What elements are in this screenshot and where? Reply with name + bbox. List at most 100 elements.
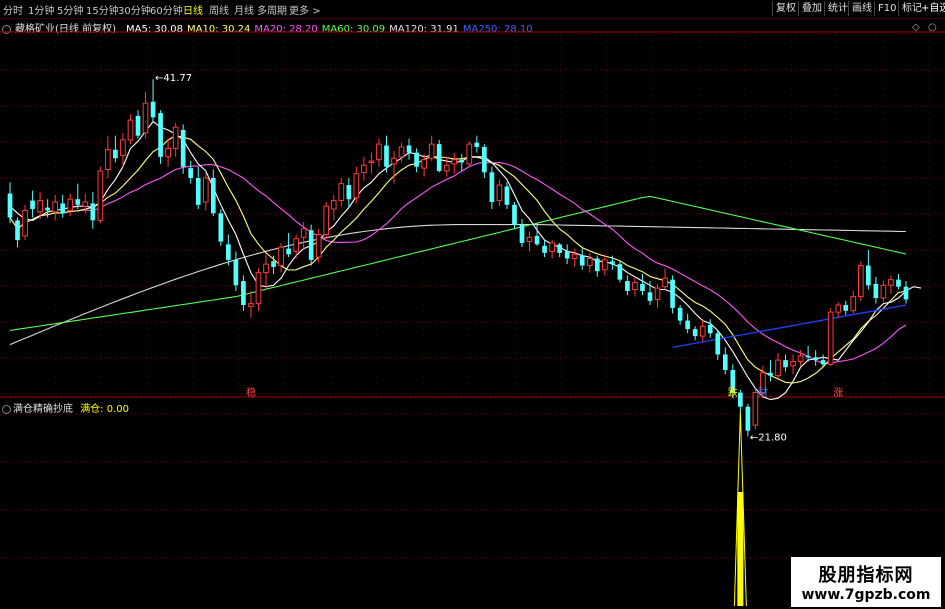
candle-body-up bbox=[52, 201, 59, 213]
signal-marker: 稳 bbox=[246, 386, 256, 399]
candle-body-down bbox=[15, 220, 20, 241]
candle-body-down bbox=[346, 185, 352, 200]
watermark-url: www.7gpzb.com bbox=[801, 587, 931, 603]
candle-body-up bbox=[368, 160, 375, 163]
candle-body-up bbox=[398, 146, 405, 158]
candle-body-up bbox=[421, 159, 427, 169]
candle-body-down bbox=[745, 406, 751, 431]
candle-body-up bbox=[37, 200, 43, 213]
candle-body-down bbox=[896, 279, 901, 287]
price-chart[interactable]: ←41.77 ←21.80 稳 跌 财 涨 bbox=[0, 0, 945, 609]
candle-body-up bbox=[255, 272, 262, 305]
candle-body-up bbox=[202, 177, 209, 203]
candle-body-up bbox=[888, 279, 894, 286]
ma10-line bbox=[9, 135, 907, 384]
candle-body-down bbox=[75, 199, 81, 205]
candle-body-up bbox=[880, 284, 887, 299]
candle-body-down bbox=[610, 261, 615, 265]
candle-body-up bbox=[662, 277, 668, 288]
candle-body-down bbox=[241, 281, 246, 306]
candle-body-down bbox=[768, 372, 773, 376]
candle-body-down bbox=[843, 305, 849, 311]
candle-body-up bbox=[338, 183, 345, 202]
candle-body-down bbox=[60, 203, 66, 214]
candle-body-down bbox=[866, 265, 871, 286]
watermark-title: 股朋指标网 bbox=[818, 565, 914, 586]
ma250-line bbox=[672, 304, 907, 349]
candle-body-down bbox=[188, 168, 194, 178]
candle-body-up bbox=[466, 143, 473, 165]
candle-body-up bbox=[248, 303, 254, 307]
indicator-bar bbox=[737, 492, 744, 606]
indicator-settings-icon[interactable] bbox=[2, 404, 11, 414]
candle-body-up bbox=[323, 205, 330, 235]
candle-body-up bbox=[850, 296, 857, 312]
signal-marker: 财 bbox=[758, 386, 768, 399]
candle-body-up bbox=[120, 139, 126, 156]
candle-body-up bbox=[790, 361, 796, 367]
candle-body-up bbox=[451, 159, 458, 165]
candle-body-down bbox=[414, 152, 419, 167]
candle-body-up bbox=[376, 143, 382, 161]
candle-body-up bbox=[496, 184, 503, 202]
candle-body-down bbox=[195, 178, 201, 205]
candle-body-down bbox=[557, 244, 562, 253]
candle-body-down bbox=[677, 307, 683, 321]
candle-body-up bbox=[22, 209, 28, 237]
indicator-value: 满仓: 0.00 bbox=[80, 404, 130, 415]
watermark-logo: 股朋指标网 www.7gpzb.com bbox=[791, 557, 941, 607]
candle-body-down bbox=[617, 264, 623, 280]
candle-body-down bbox=[90, 203, 96, 221]
candle-body-up bbox=[632, 281, 638, 291]
candle-body-up bbox=[142, 102, 149, 134]
candle-body-up bbox=[127, 119, 134, 141]
candle-body-down bbox=[482, 146, 487, 173]
candle-body-down bbox=[406, 145, 412, 153]
candle-body-down bbox=[542, 245, 547, 253]
candle-body-down bbox=[873, 283, 879, 298]
candle-body-down bbox=[564, 251, 570, 259]
candle-body-up bbox=[526, 236, 533, 243]
signal-marker: 涨 bbox=[833, 387, 843, 399]
candle-body-down bbox=[670, 279, 675, 308]
candle-body-down bbox=[722, 354, 728, 370]
indicator-name: 满仓精确抄底 bbox=[13, 404, 73, 415]
candle-body-down bbox=[180, 130, 186, 167]
candle-body-down bbox=[715, 333, 721, 355]
candle-body-down bbox=[820, 360, 826, 365]
candle-body-down bbox=[534, 235, 540, 245]
candle-body-up bbox=[654, 287, 661, 300]
candle-body-down bbox=[233, 259, 239, 286]
candle-body-up bbox=[699, 325, 706, 337]
candle-body-down bbox=[150, 101, 156, 118]
candle-body-up bbox=[797, 355, 804, 363]
candle-body-down bbox=[218, 213, 224, 242]
candle-body-down bbox=[640, 283, 645, 291]
candle-body-up bbox=[428, 143, 435, 159]
candle-body-up bbox=[263, 263, 269, 274]
candle-body-up bbox=[105, 149, 111, 171]
candle-body-down bbox=[384, 145, 389, 167]
candle-body-up bbox=[300, 228, 307, 238]
signal-marker: 跌 bbox=[728, 386, 738, 399]
candle-body-down bbox=[903, 286, 909, 300]
candle-body-down bbox=[738, 392, 743, 407]
candle-body-down bbox=[707, 324, 713, 334]
candle-body-up bbox=[586, 257, 593, 267]
candle-body-up bbox=[330, 200, 337, 210]
candle-body-up bbox=[67, 198, 74, 211]
candle-body-up bbox=[443, 164, 450, 172]
candle-body-down bbox=[685, 320, 690, 330]
candle-body-up bbox=[857, 265, 864, 298]
candle-body-down bbox=[271, 261, 276, 267]
candle-body-up bbox=[172, 126, 179, 149]
candle-body-down bbox=[579, 255, 585, 266]
candle-body-up bbox=[601, 259, 608, 271]
candle-body-down bbox=[519, 224, 525, 243]
candle-body-down bbox=[783, 360, 788, 368]
candle-body-down bbox=[286, 248, 291, 255]
candle-body-up bbox=[278, 246, 284, 267]
candle-body-up bbox=[361, 164, 367, 173]
indicator-legend: 满仓精确抄底 满仓: 0.00 bbox=[2, 400, 130, 415]
high-price-label: ←41.77 bbox=[155, 73, 192, 84]
